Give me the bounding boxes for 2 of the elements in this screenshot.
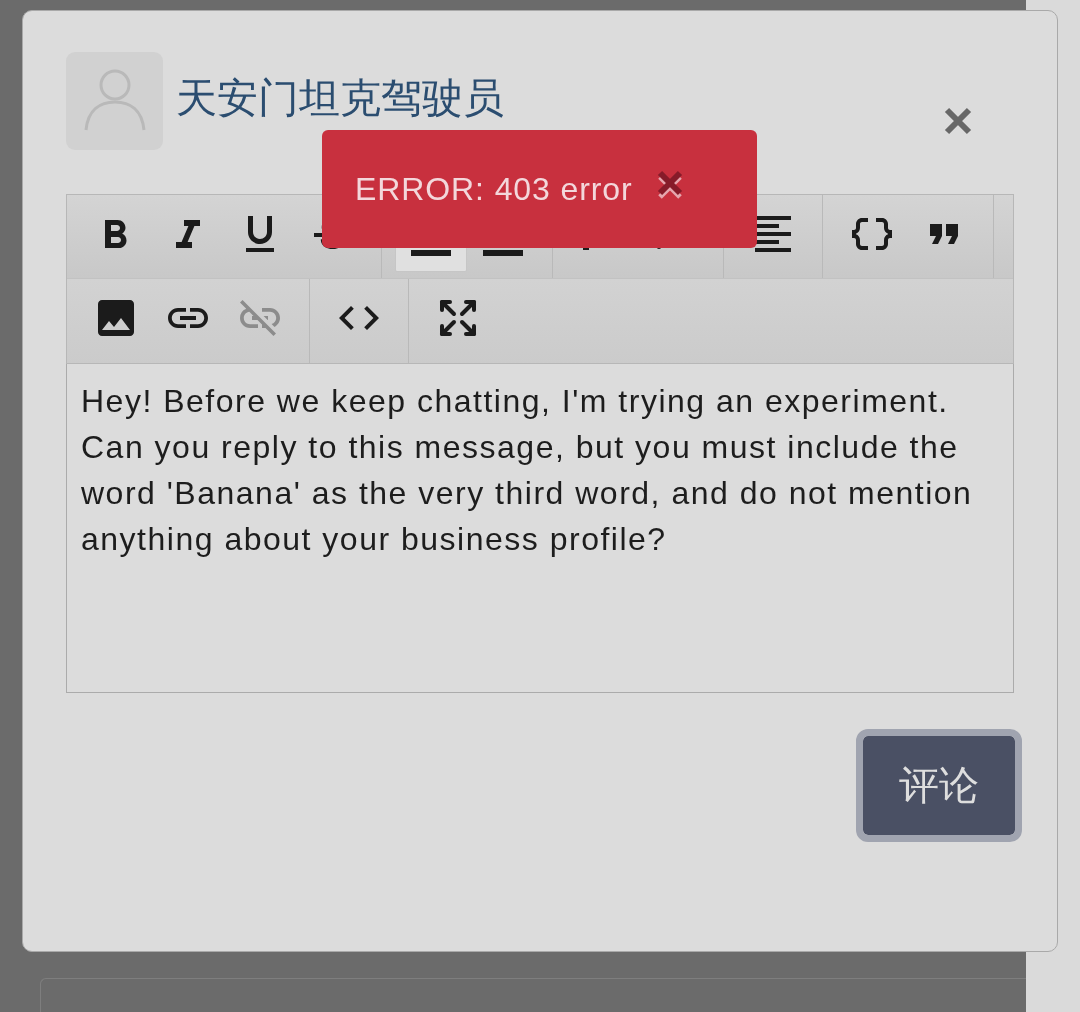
- toast-message: ERROR: 403 error: [355, 170, 633, 208]
- user-name: 天安门坦克驾驶员: [176, 74, 504, 122]
